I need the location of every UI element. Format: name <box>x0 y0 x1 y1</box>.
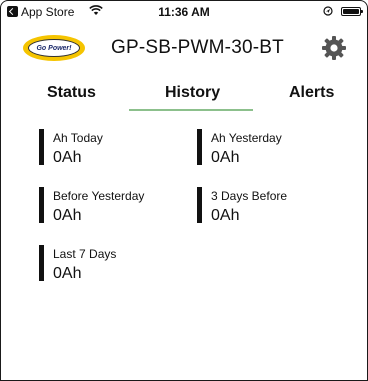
history-value: 0Ah <box>211 207 240 224</box>
device-title: GP-SB-PWM-30-BT <box>111 37 284 58</box>
status-bar: App Store 11:36 AM <box>1 1 367 21</box>
history-value: 0Ah <box>53 149 82 166</box>
history-label: Before Yesterday <box>53 189 145 203</box>
history-value: 0Ah <box>53 207 82 224</box>
value-bar <box>197 129 202 165</box>
tab-status[interactable]: Status <box>47 84 96 102</box>
active-tab-indicator <box>129 109 253 111</box>
history-label: 3 Days Before <box>211 189 288 203</box>
go-power-logo: Go Power! <box>23 35 85 61</box>
gear-icon[interactable] <box>321 35 347 61</box>
app-header: Go Power! GP-SB-PWM-30-BT <box>1 25 367 69</box>
clock: 11:36 AM <box>158 5 210 19</box>
value-bar <box>39 129 44 165</box>
value-bar <box>39 245 44 281</box>
value-bar <box>197 187 202 223</box>
tab-bar: Status History Alerts <box>1 81 367 111</box>
history-value: 0Ah <box>211 149 240 166</box>
history-label: Last 7 Days <box>53 247 117 261</box>
history-label: Ah Yesterday <box>211 131 282 145</box>
tab-history[interactable]: History <box>165 84 220 102</box>
battery-icon <box>341 7 363 16</box>
location-icon <box>323 6 333 16</box>
tab-alerts[interactable]: Alerts <box>289 84 334 102</box>
history-value: 0Ah <box>53 265 82 282</box>
value-bar <box>39 187 44 223</box>
history-label: Ah Today <box>53 131 103 145</box>
app-screen: App Store 11:36 AM Go Power! GP-SB-PWM-3… <box>0 0 368 381</box>
